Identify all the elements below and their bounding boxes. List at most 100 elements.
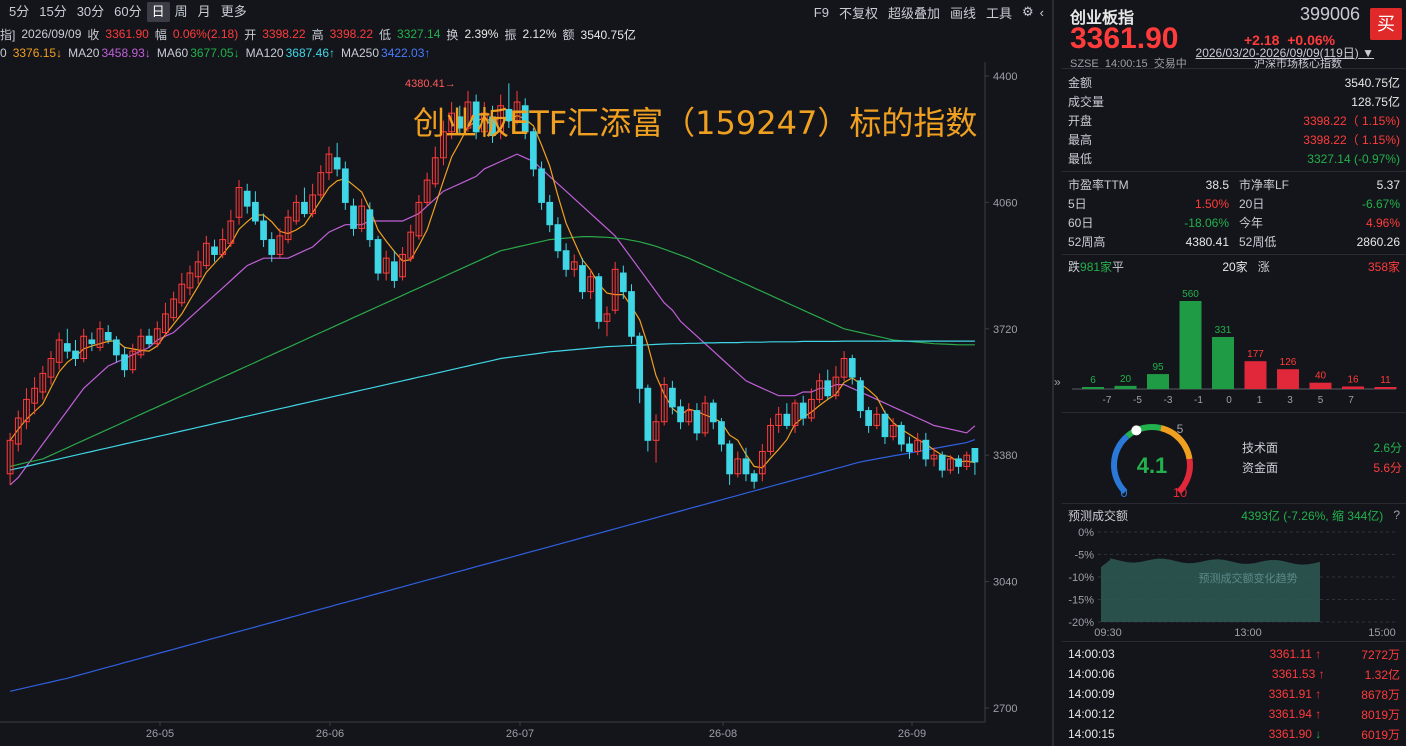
- timeframe-tab[interactable]: 月: [193, 2, 216, 22]
- dist-bar: [1114, 385, 1137, 389]
- metrics-grid: 市盈率TTM 38.5 市净率LF 5.37 5日 1.50% 20日 -6.67% 60日 -1…: [1062, 172, 1406, 251]
- metric-row: 52周高 4380.41: [1068, 232, 1229, 251]
- toolbar-item[interactable]: 超级叠加: [888, 3, 940, 22]
- timeframe-tab[interactable]: 周: [170, 2, 193, 22]
- timeframe-tab[interactable]: 日: [146, 2, 170, 22]
- candle: [562, 243, 570, 277]
- buy-button[interactable]: 买: [1370, 8, 1402, 40]
- candle: [685, 403, 693, 426]
- candle: [153, 321, 161, 348]
- candle: [317, 165, 325, 199]
- back-icon[interactable]: ‹: [1040, 5, 1044, 20]
- timeframe-tab[interactable]: 5分: [4, 2, 34, 22]
- ma120-label: MA120: [245, 46, 284, 60]
- candle: [178, 273, 186, 307]
- candle: [693, 403, 701, 441]
- dist-bar-label: 40: [1315, 371, 1327, 382]
- score-section: 4.1 0 10 5 技术面 2.6分 资金面 5.6分: [1062, 413, 1406, 503]
- candle: [211, 239, 218, 262]
- candle: [358, 198, 366, 233]
- toolbar: 5分 15分 30分 60分日周月更多 F9 不复权 超级叠加 画线 工具 ⚙ ‹: [0, 0, 1052, 24]
- tick-time: 14:00:06: [1068, 667, 1115, 681]
- panel-divider[interactable]: [1052, 0, 1054, 746]
- candle: [202, 235, 210, 270]
- quote-panel: 创业板指 399006 买 3361.90 +2.18 +0.06% SZSE …: [1062, 0, 1406, 746]
- score-details: 技术面 2.6分 资金面 5.6分: [1242, 439, 1402, 479]
- metric-row: 20日 -6.67%: [1239, 194, 1400, 213]
- toolbar-item[interactable]: 不复权: [839, 3, 878, 22]
- exchange: SZSE: [1070, 58, 1099, 70]
- kline-chart[interactable]: 4400 4060 3720 3380 3040 2700 26-05 26-06 26-07 2…: [0, 62, 1052, 746]
- candle: [775, 406, 783, 433]
- candle: [391, 250, 398, 288]
- candle-body: [677, 406, 684, 423]
- x-tick-label: 26-09: [898, 728, 926, 740]
- quote-time: 14:00:15: [1104, 58, 1148, 70]
- metric-value: 2860.26: [1356, 234, 1400, 249]
- metric-value: 4.96%: [1365, 215, 1400, 230]
- candle-body: [252, 201, 259, 222]
- open-value: 3398.22: [262, 27, 306, 41]
- dist-bar: [1309, 382, 1332, 389]
- candle-body: [628, 291, 635, 337]
- metric-value: 4380.41: [1185, 234, 1229, 249]
- candle: [96, 321, 104, 352]
- tech-score: 2.6分: [1373, 441, 1402, 455]
- x-tick-label: 26-05: [146, 728, 174, 740]
- toolbar-item[interactable]: 画线: [950, 3, 976, 22]
- candle: [660, 377, 668, 426]
- candle: [840, 351, 848, 381]
- candle: [292, 194, 300, 225]
- timeframe-tab[interactable]: 60分: [109, 2, 146, 22]
- dist-bar-label: 16: [1347, 374, 1359, 385]
- forecast-watermark: 预测成交额变化趋势: [1199, 571, 1298, 585]
- candle: [848, 354, 856, 385]
- candle-body: [783, 413, 791, 426]
- down-count: 981家: [1080, 259, 1113, 274]
- metric-value: -6.67%: [1361, 196, 1400, 211]
- turnover-label: 换: [446, 27, 459, 42]
- tick-volume: 1.32亿: [1364, 667, 1400, 682]
- flat-label: 平: [1112, 259, 1125, 274]
- ma20-value: 3458.93↓: [101, 46, 151, 60]
- candle: [930, 447, 938, 467]
- distribution-chart: 6 20 95 560 331 177 126 40 16 11 -7 -5 -3 -1 0 1 3 5 7: [1072, 289, 1397, 406]
- ma-line-ma5: [9, 114, 976, 469]
- gauge-arc-blue: [1111, 433, 1130, 494]
- candle: [906, 436, 913, 459]
- candle: [415, 194, 423, 240]
- y-tick-label: 3040: [993, 577, 1017, 589]
- candle: [113, 336, 120, 363]
- dist-tick: 0: [1226, 395, 1232, 406]
- stat-row: 开盘 3398.22（ 1.15%): [1062, 111, 1406, 130]
- candle: [366, 202, 374, 248]
- metric-label: 52周高: [1068, 235, 1106, 249]
- collapse-icon[interactable]: »: [1054, 375, 1061, 389]
- timeframe-tab[interactable]: 15分: [34, 2, 71, 22]
- tick-row: 14:00:09 3361.91 ↑ 8678万: [1062, 684, 1406, 704]
- candle-body: [104, 332, 112, 341]
- trade-status: 交易中: [1153, 58, 1187, 70]
- tick-price: 3361.91: [1268, 687, 1312, 701]
- candle: [219, 228, 227, 259]
- flat-count: 20家: [1222, 259, 1248, 274]
- x-tick-label: 26-06: [316, 728, 344, 740]
- candle: [47, 351, 55, 385]
- toolbar-item[interactable]: 工具: [986, 3, 1012, 22]
- toolbar-item[interactable]: F9: [814, 5, 829, 20]
- candle: [39, 365, 47, 400]
- candle-body: [799, 402, 807, 419]
- settings-icon[interactable]: ⚙: [1022, 4, 1034, 20]
- help-icon[interactable]: ?: [1393, 508, 1400, 522]
- score-gauge: 4.1 0 10 5: [1111, 422, 1193, 500]
- timeframe-tabs: 5分 15分 30分 60分日周月更多: [0, 2, 252, 22]
- candle-body: [693, 410, 701, 434]
- timeframe-tab[interactable]: 30分: [72, 2, 109, 22]
- candle-body: [906, 443, 913, 452]
- candle: [914, 432, 922, 456]
- candle: [374, 235, 382, 281]
- candle: [186, 265, 194, 296]
- timeframe-tab[interactable]: 更多: [216, 2, 252, 22]
- candle: [170, 291, 177, 322]
- metric-label: 20日: [1239, 197, 1265, 211]
